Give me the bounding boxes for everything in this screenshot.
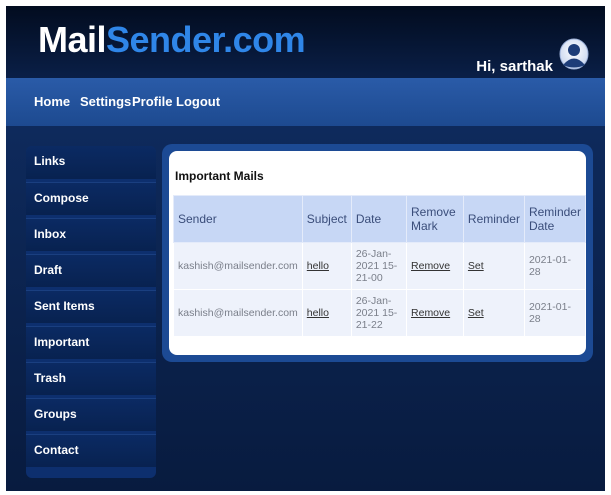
panel-title: Important Mails: [175, 169, 264, 183]
table-row: kashish@mailsender.com hello 26-Jan-2021…: [173, 242, 587, 290]
table-header-row: Sender Subject Date Remove Mark Reminder…: [173, 195, 587, 243]
cell-reminder: Set: [462, 242, 525, 290]
user-greeting: Hi, sarthak: [476, 58, 553, 75]
sidebar: Links Compose Inbox Draft Sent Items Imp…: [26, 146, 156, 478]
app-frame: MailSender.com Hi, sarthak Home Settings…: [6, 6, 605, 491]
remove-link[interactable]: Remove: [411, 260, 450, 272]
set-reminder-link[interactable]: Set: [468, 260, 484, 272]
nav-home[interactable]: Home: [34, 94, 70, 109]
set-reminder-link[interactable]: Set: [468, 307, 484, 319]
cell-subject: hello: [301, 289, 352, 337]
main-content: Links Compose Inbox Draft Sent Items Imp…: [6, 126, 605, 491]
important-mails-panel: Important Mails Sender Subject Date Remo…: [162, 144, 593, 362]
table-row: kashish@mailsender.com hello 26-Jan-2021…: [173, 289, 587, 337]
sidebar-item-draft[interactable]: Draft: [26, 254, 156, 287]
subject-link[interactable]: hello: [307, 260, 329, 272]
brand-part2: Sender.com: [106, 19, 306, 60]
sidebar-item-sent-items[interactable]: Sent Items: [26, 290, 156, 323]
cell-remove: Remove: [406, 242, 464, 290]
cell-remove: Remove: [406, 289, 464, 337]
col-remove-mark: Remove Mark: [406, 195, 464, 243]
col-reminder-date: Reminder Date: [523, 195, 587, 243]
col-subject: Subject: [301, 195, 352, 243]
sidebar-item-important[interactable]: Important: [26, 326, 156, 359]
cell-sender: kashish@mailsender.com: [173, 289, 303, 337]
sidebar-item-groups[interactable]: Groups: [26, 398, 156, 431]
cell-subject: hello: [301, 242, 352, 290]
nav-profile[interactable]: Profile: [132, 94, 172, 109]
cell-date: 26-Jan-2021 15-21-22: [350, 289, 408, 337]
sidebar-item-inbox[interactable]: Inbox: [26, 218, 156, 251]
sidebar-item-compose[interactable]: Compose: [26, 182, 156, 215]
top-nav: Home Settings Profile Logout: [6, 78, 605, 126]
col-reminder: Reminder: [462, 195, 525, 243]
cell-reminder: Set: [462, 289, 525, 337]
remove-link[interactable]: Remove: [411, 307, 450, 319]
header: MailSender.com Hi, sarthak: [6, 6, 605, 78]
user-avatar-icon[interactable]: [559, 38, 589, 70]
subject-link[interactable]: hello: [307, 307, 329, 319]
col-date: Date: [350, 195, 408, 243]
col-sender: Sender: [173, 195, 303, 243]
sidebar-item-links[interactable]: Links: [26, 146, 156, 179]
cell-reminder-date: 2021-01-28: [523, 242, 587, 290]
cell-sender: kashish@mailsender.com: [173, 242, 303, 290]
important-mails-card: Important Mails Sender Subject Date Remo…: [169, 151, 587, 355]
mails-table: Sender Subject Date Remove Mark Reminder…: [173, 195, 587, 337]
sidebar-item-trash[interactable]: Trash: [26, 362, 156, 395]
cell-date: 26-Jan-2021 15-21-00: [350, 242, 408, 290]
nav-logout[interactable]: Logout: [176, 94, 220, 109]
sidebar-item-contact[interactable]: Contact: [26, 434, 156, 467]
brand-logo[interactable]: MailSender.com: [38, 19, 306, 60]
cell-reminder-date: 2021-01-28: [523, 289, 587, 337]
nav-settings[interactable]: Settings: [80, 94, 131, 109]
brand-part1: Mail: [38, 19, 107, 60]
